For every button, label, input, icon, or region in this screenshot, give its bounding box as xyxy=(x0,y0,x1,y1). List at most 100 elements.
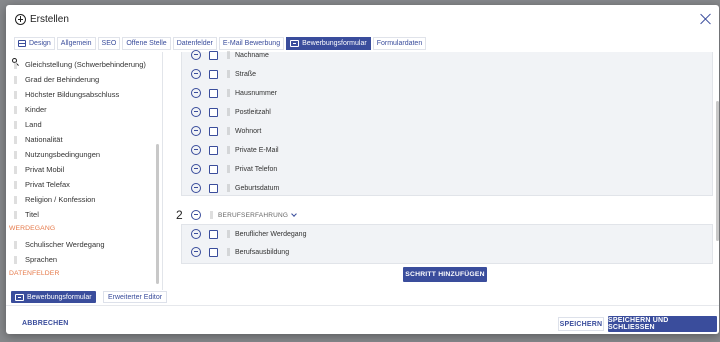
list-item[interactable]: Nationalität xyxy=(6,132,156,147)
drag-handle-icon[interactable] xyxy=(227,230,230,238)
list-item[interactable]: Gleichstellung (Schwerbehinderung) xyxy=(6,57,156,72)
drag-handle-icon[interactable] xyxy=(14,105,17,114)
footer-divider xyxy=(6,305,719,306)
advanced-editor-button[interactable]: Erweiterter Editor xyxy=(103,291,168,303)
remove-icon[interactable] xyxy=(191,69,201,79)
drag-handle-icon[interactable] xyxy=(14,135,17,144)
drag-handle-icon[interactable] xyxy=(227,51,230,59)
remove-icon[interactable] xyxy=(191,88,201,98)
cancel-button[interactable]: ABBRECHEN xyxy=(20,317,71,329)
required-checkbox[interactable] xyxy=(209,229,218,239)
field-label: Nachname xyxy=(235,51,269,59)
required-checkbox[interactable] xyxy=(209,69,218,79)
list-item-label: Grad der Behinderung xyxy=(25,75,100,84)
remove-icon[interactable] xyxy=(191,229,201,239)
field-row: Berufsausbildung xyxy=(191,244,711,260)
drag-handle-icon[interactable] xyxy=(227,248,230,256)
required-checkbox[interactable] xyxy=(209,50,218,60)
list-item[interactable]: Privat Mobil xyxy=(6,162,156,177)
remove-icon[interactable] xyxy=(191,145,201,155)
left-scrollbar[interactable] xyxy=(156,144,159,284)
drag-handle-icon[interactable] xyxy=(14,210,17,219)
list-item-label: Land xyxy=(25,120,42,129)
list-item-label: Sprachen xyxy=(25,255,58,264)
field-row: Wohnort xyxy=(191,123,711,139)
chevron-down-icon[interactable] xyxy=(291,211,298,217)
drag-handle-icon[interactable] xyxy=(14,60,17,69)
list-item[interactable]: Schulischer Werdegang xyxy=(6,237,156,252)
list-item[interactable]: Land xyxy=(6,117,156,132)
tab-design[interactable]: Design xyxy=(14,37,55,50)
drag-handle-icon[interactable] xyxy=(227,89,230,97)
list-item[interactable]: Sprachen xyxy=(6,252,156,267)
field-row: Beruflicher Werdegang xyxy=(191,226,711,242)
drag-handle-icon[interactable] xyxy=(14,90,17,99)
required-checkbox[interactable] xyxy=(209,145,218,155)
create-dialog: Erstellen Design Allgemein SEO Offene St… xyxy=(6,5,719,334)
required-checkbox[interactable] xyxy=(209,247,218,257)
drag-handle-icon[interactable] xyxy=(227,184,230,192)
required-checkbox[interactable] xyxy=(209,126,218,136)
list-item-label: Privat Telefax xyxy=(25,180,70,189)
save-button[interactable]: SPEICHERN xyxy=(558,317,604,331)
list-item[interactable]: Religion / Konfession xyxy=(6,192,156,207)
drag-handle-icon[interactable] xyxy=(14,150,17,159)
field-label: Private E-Mail xyxy=(235,146,279,154)
remove-step-icon[interactable] xyxy=(191,210,201,220)
remove-icon[interactable] xyxy=(191,164,201,174)
remove-icon[interactable] xyxy=(191,50,201,60)
add-step-button[interactable]: SCHRITT HINZUFÜGEN xyxy=(403,267,487,282)
required-checkbox[interactable] xyxy=(209,183,218,193)
drag-handle-icon[interactable] xyxy=(14,195,17,204)
save-and-close-button[interactable]: SPEICHERN UND SCHLIESSEN xyxy=(608,316,717,332)
field-row: Hausnummer xyxy=(191,85,711,101)
tab-label: Design xyxy=(29,40,51,47)
remove-icon[interactable] xyxy=(191,183,201,193)
list-item[interactable]: Höchster Bildungsabschluss xyxy=(6,87,156,102)
form-icon xyxy=(290,40,300,47)
drag-handle-icon[interactable] xyxy=(14,240,17,249)
list-item[interactable]: Nutzungsbedingungen xyxy=(6,147,156,162)
remove-icon[interactable] xyxy=(191,126,201,136)
tab-label: Allgemein xyxy=(60,40,92,47)
tab-allgemein[interactable]: Allgemein xyxy=(56,37,96,50)
field-label: Privat Telefon xyxy=(235,165,278,173)
remove-icon[interactable] xyxy=(191,247,201,257)
drag-handle-icon[interactable] xyxy=(14,120,17,129)
drag-handle-icon[interactable] xyxy=(210,211,213,219)
required-checkbox[interactable] xyxy=(209,88,218,98)
drag-handle-icon[interactable] xyxy=(14,165,17,174)
list-item[interactable]: Titel xyxy=(6,207,156,222)
tab-offene-stelle[interactable]: Offene Stelle xyxy=(122,37,171,50)
field-row: Privat Telefon xyxy=(191,161,711,177)
drag-handle-icon[interactable] xyxy=(227,70,230,78)
drag-handle-icon[interactable] xyxy=(14,75,17,84)
list-item[interactable]: Privat Telefax xyxy=(6,177,156,192)
list-item-label: Titel xyxy=(25,210,39,219)
section-label-werdegang: WERDEGANG xyxy=(9,225,56,232)
drag-handle-icon[interactable] xyxy=(14,180,17,189)
tab-label: Datenfelder xyxy=(176,40,213,47)
required-checkbox[interactable] xyxy=(209,164,218,174)
field-row: Straße xyxy=(191,66,711,82)
bewerbungsformular-button[interactable]: Bewerbungsformular xyxy=(11,291,96,303)
field-label: Wohnort xyxy=(235,127,262,135)
right-scrollbar[interactable] xyxy=(716,101,719,241)
section-label-datenfelder: DATENFELDER xyxy=(9,270,60,277)
drag-handle-icon[interactable] xyxy=(227,108,230,116)
drag-handle-icon[interactable] xyxy=(14,255,17,264)
plus-circle-icon xyxy=(15,14,26,25)
drag-handle-icon[interactable] xyxy=(227,165,230,173)
drag-handle-icon[interactable] xyxy=(227,146,230,154)
field-label: Straße xyxy=(235,70,257,78)
list-item[interactable]: Kinder xyxy=(6,102,156,117)
drag-handle-icon[interactable] xyxy=(227,127,230,135)
field-label: Hausnummer xyxy=(235,89,278,97)
list-item-label: Höchster Bildungsabschluss xyxy=(25,90,120,99)
tab-seo[interactable]: SEO xyxy=(97,37,121,50)
list-item[interactable]: Grad der Behinderung xyxy=(6,72,156,87)
required-checkbox[interactable] xyxy=(209,107,218,117)
close-icon[interactable] xyxy=(699,13,711,25)
remove-icon[interactable] xyxy=(191,107,201,117)
tab-label: Bewerbungsformular xyxy=(302,40,367,47)
